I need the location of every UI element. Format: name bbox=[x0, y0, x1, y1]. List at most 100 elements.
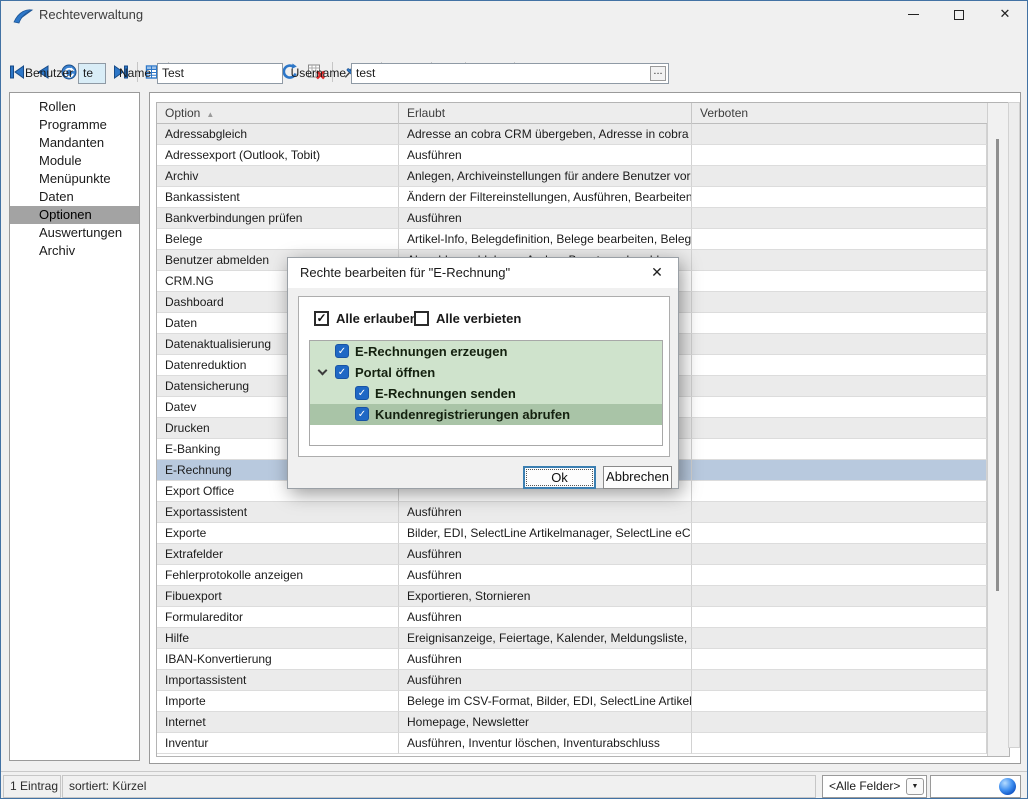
app-logo-icon bbox=[12, 6, 34, 25]
sidebar: RollenProgrammeMandantenModuleMenüpunkte… bbox=[9, 92, 140, 761]
tree-item-label: Portal öffnen bbox=[355, 362, 435, 383]
table-row[interactable]: InventurAusführen, Inventur löschen, Inv… bbox=[157, 733, 987, 754]
quick-search-field[interactable] bbox=[930, 775, 1021, 798]
table-row[interactable]: BankassistentÄndern der Filtereinstellun… bbox=[157, 187, 987, 208]
cell-verboten bbox=[692, 418, 987, 439]
checkbox-alle-erlauben[interactable]: ✓ bbox=[314, 311, 329, 326]
column-header-verboten[interactable]: Verboten bbox=[692, 103, 987, 124]
column-header-option[interactable]: Option▲ bbox=[157, 103, 399, 124]
tree-row[interactable]: ✓Kundenregistrierungen abrufen bbox=[310, 404, 662, 425]
table-row[interactable]: Fehlerprotokolle anzeigenAusführen bbox=[157, 565, 987, 586]
cell-verboten bbox=[692, 607, 987, 628]
chevron-down-icon[interactable] bbox=[318, 366, 328, 376]
sidebar-list: RollenProgrammeMandantenModuleMenüpunkte… bbox=[10, 98, 139, 260]
cell-verboten bbox=[692, 355, 987, 376]
cell-erlaubt: Ändern der Filtereinstellungen, Ausführe… bbox=[399, 187, 692, 208]
cell-option: Adressabgleich bbox=[157, 124, 399, 145]
table-scrollbar[interactable] bbox=[987, 103, 1009, 756]
cell-option: IBAN-Konvertierung bbox=[157, 649, 399, 670]
sidebar-item-daten[interactable]: Daten bbox=[10, 188, 139, 206]
cell-verboten bbox=[692, 523, 987, 544]
cell-option: Exportassistent bbox=[157, 502, 399, 523]
cell-option: Archiv bbox=[157, 166, 399, 187]
table-row[interactable]: ImporteBelege im CSV-Format, Bilder, EDI… bbox=[157, 691, 987, 712]
checked-checkbox-icon[interactable]: ✓ bbox=[355, 386, 369, 400]
globe-search-icon[interactable] bbox=[999, 778, 1016, 795]
table-row[interactable]: ImportassistentAusführen bbox=[157, 670, 987, 691]
maximize-button[interactable] bbox=[936, 1, 982, 29]
table-row[interactable]: ArchivAnlegen, Archiveinstellungen für a… bbox=[157, 166, 987, 187]
tree-item-label: E-Rechnungen senden bbox=[375, 383, 516, 404]
cell-verboten bbox=[692, 250, 987, 271]
checkbox-alle-verbieten[interactable] bbox=[414, 311, 429, 326]
dialog-title: Rechte bearbeiten für "E-Rechnung" bbox=[300, 258, 510, 288]
cell-verboten bbox=[692, 586, 987, 607]
checked-checkbox-icon[interactable]: ✓ bbox=[335, 344, 349, 358]
username-field[interactable]: test ... bbox=[351, 63, 669, 84]
column-header-erlaubt[interactable]: Erlaubt bbox=[399, 103, 692, 124]
cell-verboten bbox=[692, 271, 987, 292]
scrollbar-thumb[interactable] bbox=[996, 139, 999, 591]
fields-dropdown[interactable]: <Alle Felder> ▼ bbox=[822, 775, 927, 798]
username-value: test bbox=[356, 66, 375, 80]
table-row[interactable]: BelegeArtikel-Info, Belegdefinition, Bel… bbox=[157, 229, 987, 250]
ok-button[interactable]: Ok bbox=[523, 466, 596, 489]
cell-verboten bbox=[692, 544, 987, 565]
checked-checkbox-icon[interactable]: ✓ bbox=[335, 365, 349, 379]
cell-option: Inventur bbox=[157, 733, 399, 754]
dialog-close-button[interactable]: ✕ bbox=[646, 258, 668, 288]
sidebar-item-module[interactable]: Module bbox=[10, 152, 139, 170]
sort-ascending-icon: ▲ bbox=[206, 110, 214, 119]
rights-tree: ✓E-Rechnungen erzeugen✓Portal öffnen✓E-R… bbox=[309, 340, 663, 446]
checked-checkbox-icon[interactable]: ✓ bbox=[355, 407, 369, 421]
table-row[interactable]: ExportassistentAusführen bbox=[157, 502, 987, 523]
table-row[interactable]: FormulareditorAusführen bbox=[157, 607, 987, 628]
cancel-button[interactable]: Abbrechen bbox=[603, 466, 672, 489]
table-row[interactable]: AdressabgleichAdresse an cobra CRM überg… bbox=[157, 124, 987, 145]
fields-dropdown-button[interactable]: ▼ bbox=[906, 778, 924, 795]
benutzer-field[interactable]: te bbox=[78, 63, 106, 84]
cell-verboten bbox=[692, 670, 987, 691]
close-icon: ✕ bbox=[651, 264, 663, 280]
close-button[interactable]: ✕ bbox=[982, 1, 1028, 29]
cell-verboten bbox=[692, 397, 987, 418]
minimize-button[interactable] bbox=[890, 1, 936, 29]
cell-verboten bbox=[692, 145, 987, 166]
sidebar-item-menüpunkte[interactable]: Menüpunkte bbox=[10, 170, 139, 188]
cell-erlaubt: Homepage, Newsletter bbox=[399, 712, 692, 733]
table-row[interactable]: FibuexportExportieren, Stornieren bbox=[157, 586, 987, 607]
table-header: Option▲ Erlaubt Verboten bbox=[157, 103, 987, 124]
cell-verboten bbox=[692, 565, 987, 586]
sidebar-item-rollen[interactable]: Rollen bbox=[10, 98, 139, 116]
cell-option: Fehlerprotokolle anzeigen bbox=[157, 565, 399, 586]
name-field[interactable]: Test bbox=[157, 63, 283, 84]
table-row[interactable]: Bankverbindungen prüfenAusführen bbox=[157, 208, 987, 229]
table-row[interactable]: ExtrafelderAusführen bbox=[157, 544, 987, 565]
cell-option: Extrafelder bbox=[157, 544, 399, 565]
record-count: 1 Eintrag bbox=[3, 775, 61, 798]
sidebar-item-mandanten[interactable]: Mandanten bbox=[10, 134, 139, 152]
table-row[interactable]: HilfeEreignisanzeige, Feiertage, Kalende… bbox=[157, 628, 987, 649]
sidebar-item-archiv[interactable]: Archiv bbox=[10, 242, 139, 260]
table-row[interactable]: InternetHomepage, Newsletter bbox=[157, 712, 987, 733]
toolbar: ▼ ▼ ▼ bbox=[1, 29, 1027, 59]
table-row[interactable]: IBAN-KonvertierungAusführen bbox=[157, 649, 987, 670]
table-row[interactable]: ExporteBilder, EDI, SelectLine Artikelma… bbox=[157, 523, 987, 544]
cell-verboten bbox=[692, 229, 987, 250]
cell-erlaubt: Anlegen, Archiveinstellungen für andere … bbox=[399, 166, 692, 187]
sort-status: sortiert: Kürzel bbox=[62, 775, 816, 798]
name-label: Name bbox=[117, 63, 151, 84]
tree-row[interactable]: ✓ Portal öffnen bbox=[310, 362, 662, 383]
table-row[interactable]: Adressexport (Outlook, Tobit)Ausführen bbox=[157, 145, 987, 166]
sidebar-item-auswertungen[interactable]: Auswertungen bbox=[10, 224, 139, 242]
cell-erlaubt: Ausführen bbox=[399, 565, 692, 586]
sidebar-item-programme[interactable]: Programme bbox=[10, 116, 139, 134]
sidebar-item-optionen[interactable]: Optionen bbox=[10, 206, 139, 224]
rights-dialog: Rechte bearbeiten für "E-Rechnung" ✕ ✓Al… bbox=[287, 257, 679, 489]
cell-erlaubt: Ausführen bbox=[399, 670, 692, 691]
cell-option: Hilfe bbox=[157, 628, 399, 649]
cell-erlaubt: Ausführen bbox=[399, 649, 692, 670]
browse-button[interactable]: ... bbox=[650, 66, 666, 81]
tree-row[interactable]: ✓E-Rechnungen erzeugen bbox=[310, 341, 662, 362]
tree-row[interactable]: ✓ E-Rechnungen senden bbox=[310, 383, 662, 404]
